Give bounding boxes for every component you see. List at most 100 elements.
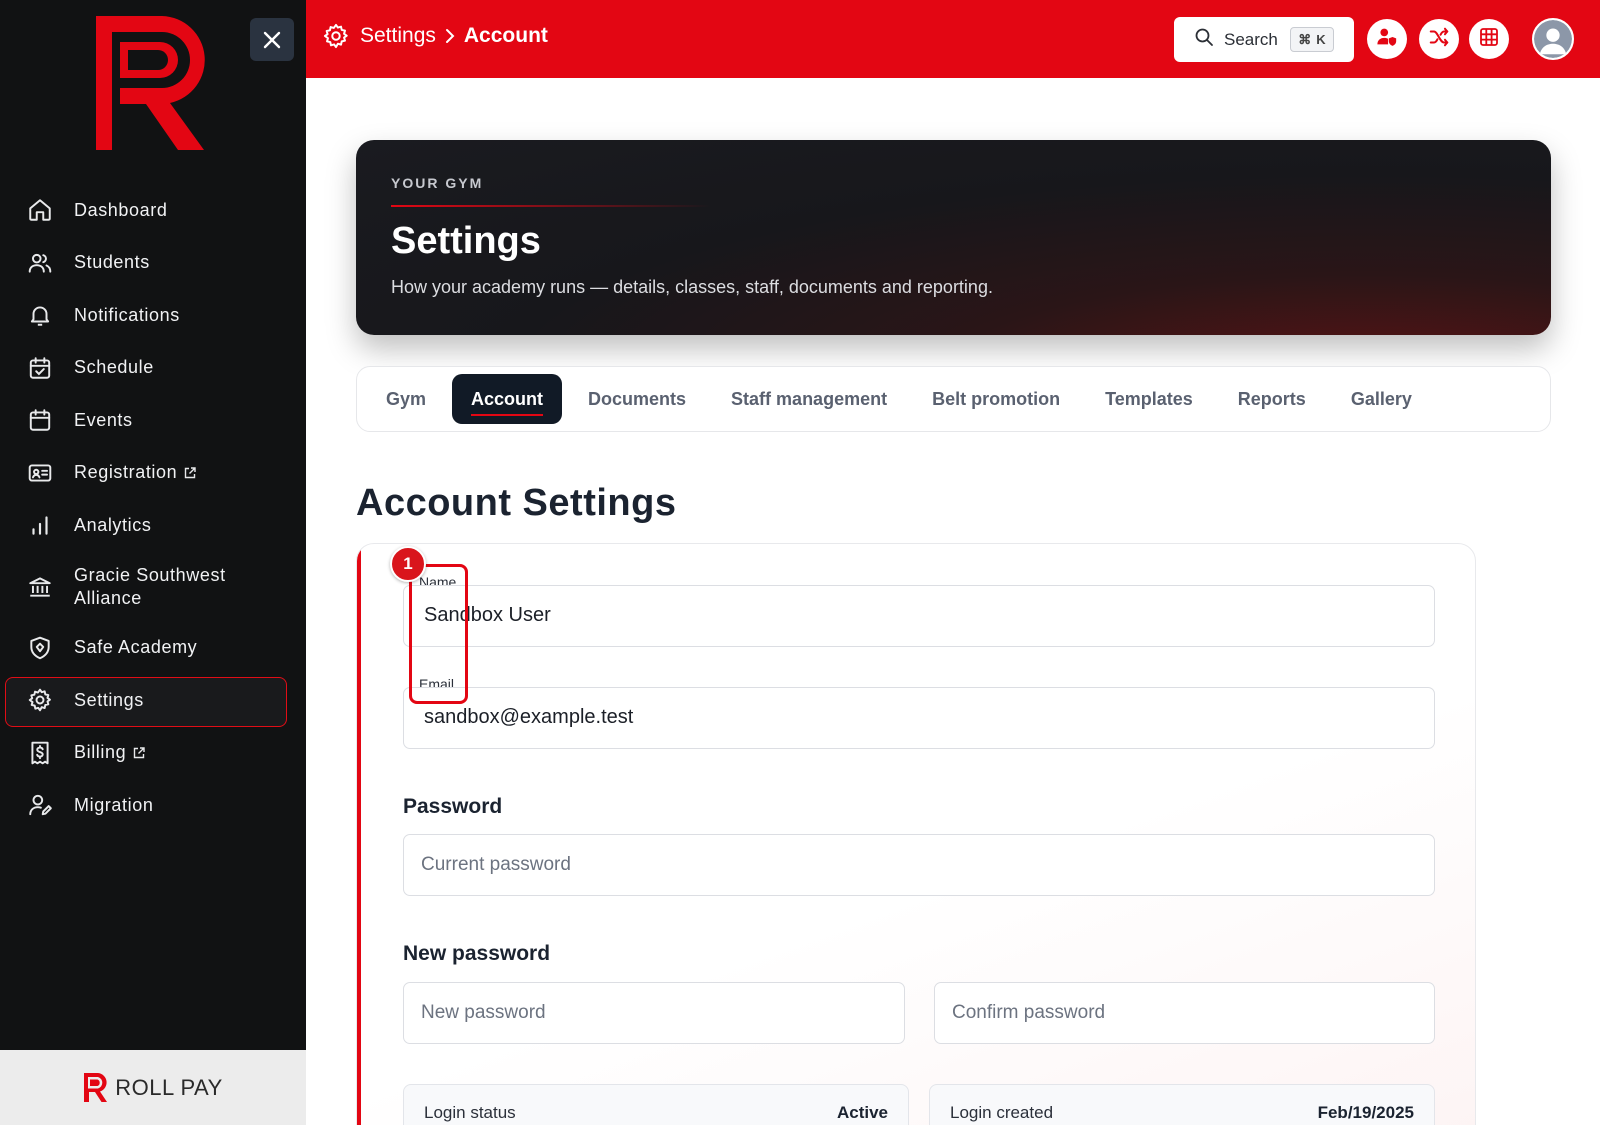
shield-icon [26,634,54,662]
section-title: Account Settings [356,482,677,524]
sidebar-footer: ROLL PAY [0,1050,306,1125]
tab-account[interactable]: Account [452,374,563,424]
home-icon [26,196,54,224]
breadcrumb-current: Account [463,24,548,47]
roll-pay-logo[interactable]: ROLL PAY [83,1072,223,1103]
tab-documents[interactable]: Documents [569,374,705,424]
current-password-input[interactable]: Current password [403,834,1435,896]
user-avatar-icon [1534,20,1572,58]
annotation-badge: 1 [390,546,426,582]
sidebar-item-notifications[interactable]: Notifications [0,289,306,342]
external-link-icon [132,746,146,760]
id-card-icon [26,459,54,487]
sidebar-item-label: Gracie Southwest Alliance [74,564,226,608]
close-icon [263,31,281,48]
user-shield-button[interactable] [1367,19,1407,59]
tab-templates[interactable]: Templates [1086,374,1212,424]
search-label: Search [1224,29,1278,49]
sidebar-item-schedule[interactable]: Schedule [0,342,306,395]
sidebar-item-students[interactable]: Students [0,237,306,290]
grid-button[interactable] [1469,19,1509,59]
page-title: Settings [391,220,541,262]
current-password-placeholder: Current password [421,854,571,875]
account-settings-card: Name Sandbox User Email sandbox@example.… [356,543,1476,1125]
sidebar-item-label: Students [74,252,150,273]
confirm-password-placeholder: Confirm password [952,1002,1106,1023]
external-link-icon [183,466,197,480]
new-password-placeholder: New password [421,1002,546,1023]
shuffle-button[interactable] [1419,19,1459,59]
tab-belt-promotion[interactable]: Belt promotion [913,374,1079,424]
login-created-label: Login created [950,1103,1054,1122]
sidebar-item-migration[interactable]: Migration [0,779,306,832]
brand-logo[interactable] [92,12,212,154]
search-shortcut-badge: ⌘ K [1290,27,1334,52]
tab-gallery[interactable]: Gallery [1332,374,1431,424]
email-field[interactable]: sandbox@example.test [403,687,1435,749]
sidebar-item-events[interactable]: Events [0,394,306,447]
sidebar-item-safe-academy[interactable]: Safe Academy [0,622,306,675]
password-heading: Password [403,795,503,818]
sidebar: Dashboard Students Notifications Schedul… [0,0,306,1125]
table-grid-icon [1479,27,1499,52]
receipt-dollar-icon [26,739,54,767]
name-field[interactable]: Sandbox User [403,585,1435,647]
tab-reports[interactable]: Reports [1219,374,1325,424]
avatar[interactable] [1532,18,1574,60]
sidebar-item-analytics[interactable]: Analytics [0,499,306,552]
sidebar-item-label: Billing [74,742,127,763]
sidebar-item-label: Safe Academy [74,637,198,658]
sidebar-nav: Dashboard Students Notifications Schedul… [0,184,306,832]
calendar-check-icon [26,354,54,382]
hero-description: How your academy runs — details, classes… [391,277,993,297]
sidebar-item-label: Schedule [74,357,154,378]
search-icon [1194,27,1214,52]
login-status-label: Login status [424,1103,516,1122]
confirm-password-input[interactable]: Confirm password [934,982,1435,1044]
command-key: ⌘ [1298,31,1312,47]
sidebar-item-dashboard[interactable]: Dashboard [0,184,306,237]
login-created-row: Login created Feb/19/2025 [929,1084,1435,1125]
annotation-highlight-box [409,564,468,704]
sidebar-item-registration[interactable]: Registration [0,447,306,500]
sidebar-item-settings[interactable]: Settings [0,674,306,727]
login-status-value: Active [836,1103,888,1122]
new-password-heading: New password [403,942,551,965]
sidebar-item-label: Registration [74,462,178,483]
close-sidebar-button[interactable] [250,18,294,61]
login-created-value: Feb/19/2025 [1317,1103,1414,1122]
hero-divider [391,205,711,207]
sidebar-item-label: Events [74,409,133,430]
gear-icon [26,686,54,714]
chevron-right-icon [444,28,456,44]
settings-tabs: Gym Account Documents Staff management B… [356,366,1551,432]
sidebar-item-label: Notifications [74,304,180,325]
tab-gym[interactable]: Gym [367,374,445,424]
card-accent-bar [357,544,361,1125]
login-status-row: Login status Active [403,1084,909,1125]
breadcrumb: Settings Account [322,22,548,50]
bank-icon [26,573,54,601]
user-edit-icon [26,791,54,819]
bar-chart-icon [26,511,54,539]
search-button[interactable]: Search ⌘ K [1174,17,1354,62]
roll-pay-label: ROLL PAY [115,1074,223,1100]
roll-pay-mark-icon [84,1073,108,1102]
top-bar: Settings Account Search ⌘ K [306,0,1600,78]
tab-staff-management[interactable]: Staff management [712,374,906,424]
bell-icon [26,301,54,329]
calendar-icon [26,406,54,434]
shuffle-icon [1428,26,1450,53]
sidebar-item-label: Settings [74,689,144,710]
gear-icon [322,22,350,50]
sidebar-item-gracie-southwest-alliance[interactable]: Gracie Southwest Alliance [0,552,306,622]
hero-eyebrow: YOUR GYM [391,175,484,191]
sidebar-item-label: Dashboard [74,199,168,220]
sidebar-item-label: Analytics [74,514,152,535]
new-password-input[interactable]: New password [403,982,905,1044]
users-icon [26,249,54,277]
sidebar-item-billing[interactable]: Billing [0,727,306,780]
settings-hero: YOUR GYM Settings How your academy runs … [356,140,1551,335]
breadcrumb-root-link[interactable]: Settings [360,24,436,48]
sidebar-item-label: Migration [74,794,154,815]
